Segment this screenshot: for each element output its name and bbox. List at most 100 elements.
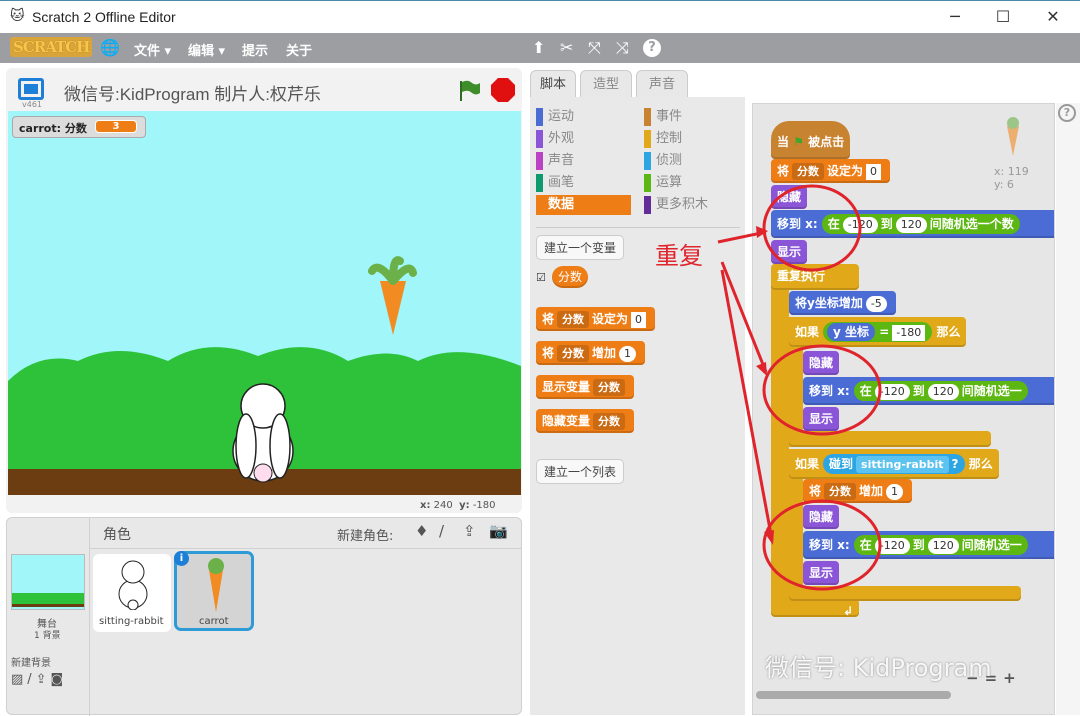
category-7[interactable]: 侦测 [644, 151, 739, 171]
sprite-name: carrot [199, 616, 229, 627]
menu-tips[interactable]: 提示 [242, 40, 268, 59]
category-1[interactable]: 外观 [536, 129, 631, 149]
category-3[interactable]: 画笔 [536, 173, 631, 193]
if-bottom [789, 586, 1021, 601]
category-label: 外观 [548, 131, 575, 146]
stage-backdrop [8, 256, 521, 495]
show-block[interactable]: 显示 [771, 240, 808, 264]
vertical-scrollbar[interactable] [1056, 103, 1080, 715]
cut-scissors-icon[interactable]: ✂ [560, 38, 573, 57]
duplicate-stamp-icon[interactable]: ⬆ [532, 38, 545, 57]
category-color-swatch [644, 108, 651, 126]
scripts-area[interactable]: 重复执行 ↲ 如果 y 坐标 = -180 那么 如果 碰到 sitting-rabbi… [752, 103, 1055, 715]
set-variable-block[interactable]: 将分数 设定为 0 [536, 307, 656, 331]
when-flag-clicked-block[interactable]: 当 ⚑ 被点击 [771, 121, 851, 159]
category-label: 控制 [656, 131, 683, 146]
fullscreen-icon[interactable] [18, 78, 44, 100]
carrot-sprite [368, 256, 417, 335]
goto-random-block[interactable]: 移到 x: 在 -120 到 120 间随机选一 [803, 377, 1054, 405]
mouse-coords: x: 240 y: -180 [420, 500, 496, 511]
category-label: 画笔 [548, 175, 575, 190]
project-title[interactable]: 微信号:KidProgram 制片人:权芹乐 [64, 80, 321, 105]
variable-reporter[interactable]: 分数 [552, 266, 589, 288]
scratch-logo[interactable]: SCRATCH [10, 37, 93, 57]
show-variable-block[interactable]: 显示变量 分数 [536, 375, 635, 399]
annotation-label: 重复 [655, 242, 703, 270]
category-9[interactable]: 更多积木 [644, 195, 739, 215]
if-y-block[interactable]: 如果 y 坐标 = -180 那么 [789, 317, 967, 347]
forever-block[interactable]: 重复执行 [771, 264, 859, 290]
category-label: 数据 [548, 197, 575, 212]
title-bar: 🐱 Scratch 2 Offline Editor ─ ☐ ✕ [0, 0, 1080, 33]
change-y-block[interactable]: 将y坐标增加 -5 [789, 291, 896, 315]
forever-arm [771, 264, 789, 614]
tab-costumes[interactable]: 造型 [580, 70, 632, 98]
grow-icon[interactable]: ⤧ [588, 38, 601, 58]
category-color-swatch [536, 152, 543, 170]
make-list-button[interactable]: 建立一个列表 [536, 459, 625, 484]
backdrop-tools-icons[interactable]: ▨/⇪◙ [11, 672, 67, 687]
new-backdrop-label: 新建背景 [11, 658, 51, 669]
category-4[interactable]: 数据 [536, 195, 631, 215]
help-icon[interactable]: ? [643, 39, 661, 57]
version-label: v461 [22, 100, 43, 109]
category-color-swatch [644, 152, 651, 170]
if-touching-block[interactable]: 如果 碰到 sitting-rabbit? 那么 [789, 449, 999, 479]
hide-block[interactable]: 隐藏 [803, 505, 840, 529]
menu-about[interactable]: 关于 [286, 40, 312, 59]
maximize-button[interactable]: ☐ [988, 7, 1018, 26]
tab-sounds[interactable]: 声音 [636, 70, 688, 98]
show-block[interactable]: 显示 [803, 407, 840, 431]
new-sprite-label: 新建角色: [337, 529, 394, 544]
category-2[interactable]: 声音 [536, 151, 631, 171]
sprite-thumb-carrot[interactable]: carrot i [174, 551, 254, 631]
help-icon[interactable]: ? [1058, 104, 1076, 122]
sprite-preview-carrot [1007, 117, 1019, 156]
stop-icon[interactable] [490, 77, 516, 103]
goto-random-block[interactable]: 移到 x: 在 -120 到 120 间随机选一个数 [771, 210, 1054, 238]
category-label: 事件 [656, 109, 683, 124]
stage-thumbnail[interactable] [11, 554, 85, 610]
category-6[interactable]: 控制 [644, 129, 739, 149]
sprite-library-icon[interactable]: ♦ [415, 522, 428, 540]
stage-canvas[interactable] [8, 111, 521, 495]
hide-block[interactable]: 隐藏 [771, 185, 808, 209]
camera-icon[interactable]: 📷 [489, 522, 508, 540]
change-variable-block[interactable]: 将分数 增加 1 [536, 341, 646, 365]
variable-monitor[interactable]: carrot: 分数 3 [12, 116, 146, 138]
category-color-swatch [644, 130, 651, 148]
goto-random-block[interactable]: 移到 x: 在 -120 到 120 间随机选一 [803, 531, 1054, 559]
category-label: 声音 [548, 153, 575, 168]
variable-checkbox[interactable]: ☑ [536, 271, 546, 284]
tab-scripts[interactable]: 脚本 [530, 70, 576, 98]
info-icon[interactable]: i [174, 551, 189, 566]
upload-icon[interactable]: ⇪ [463, 522, 476, 540]
watermark: 微信号: KidProgram [765, 654, 992, 682]
category-8[interactable]: 运算 [644, 173, 739, 193]
set-score-block[interactable]: 将分数 设定为 0 [771, 159, 891, 183]
sprite-name: sitting-rabbit [99, 616, 164, 627]
menu-edit[interactable]: 编辑 ▾ [188, 40, 225, 59]
menu-file[interactable]: 文件 ▾ [134, 40, 171, 59]
hide-variable-block[interactable]: 隐藏变量 分数 [536, 409, 635, 433]
horizontal-scrollbar[interactable] [756, 691, 951, 699]
globe-icon[interactable]: 🌐 [100, 38, 120, 57]
green-flag-icon[interactable] [456, 78, 482, 104]
zoom-in-icon: + [1003, 669, 1022, 687]
category-color-swatch [644, 196, 651, 214]
make-variable-button[interactable]: 建立一个变量 [536, 235, 625, 260]
minimize-button[interactable]: ─ [940, 7, 970, 26]
shrink-icon[interactable]: ⤨ [616, 38, 629, 58]
sprite-thumb-sitting-rabbit[interactable]: sitting-rabbit [93, 554, 171, 632]
sprite-y: y: 6 [994, 178, 1014, 191]
category-label: 运算 [656, 175, 683, 190]
show-block[interactable]: 显示 [803, 561, 840, 585]
close-button[interactable]: ✕ [1038, 7, 1068, 26]
category-0[interactable]: 运动 [536, 107, 631, 127]
paint-brush-icon[interactable]: / [439, 522, 444, 540]
category-color-swatch [536, 130, 543, 148]
hide-block[interactable]: 隐藏 [803, 351, 840, 375]
if-bottom [789, 431, 991, 447]
category-5[interactable]: 事件 [644, 107, 739, 127]
change-score-block[interactable]: 将分数 增加 1 [803, 479, 913, 503]
